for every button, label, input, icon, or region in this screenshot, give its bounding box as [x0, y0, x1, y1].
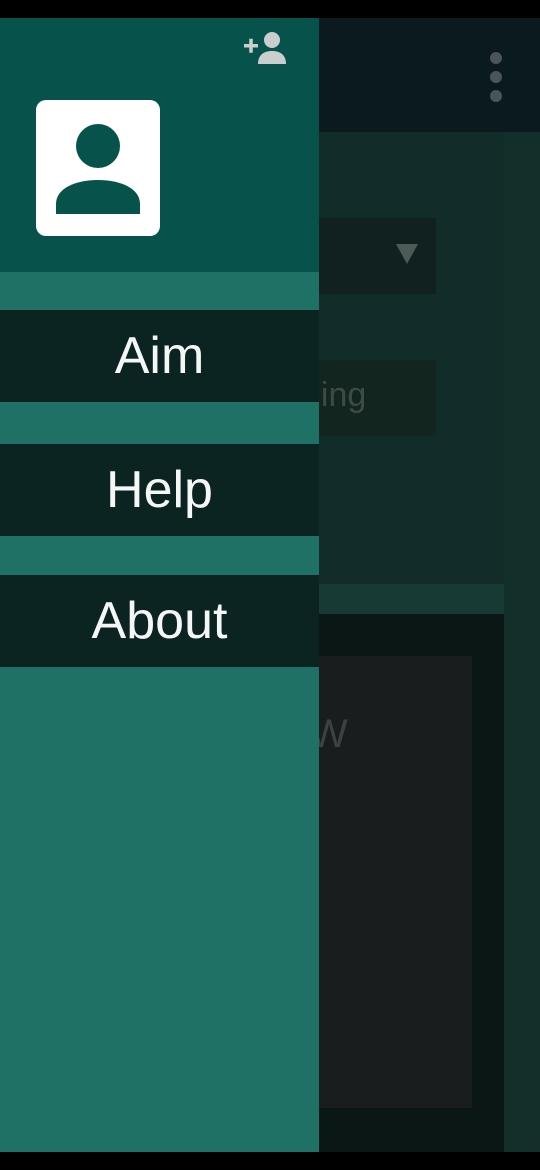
app-right-strip	[504, 132, 540, 1152]
status-bar	[0, 0, 540, 18]
navigation-drawer: Aim Help About	[0, 18, 319, 1152]
drawer-item-aim[interactable]: Aim	[0, 310, 319, 402]
drawer-item-help[interactable]: Help	[0, 444, 319, 536]
dropdown-caret-icon	[396, 244, 418, 264]
drawer-item-label: About	[91, 592, 228, 650]
drawer-header	[0, 18, 319, 272]
drawer-item-about[interactable]: About	[0, 575, 319, 667]
person-icon	[56, 124, 140, 214]
add-user-icon[interactable]	[242, 30, 288, 66]
navigation-bar	[0, 1152, 540, 1170]
drawer-item-label: Aim	[114, 327, 205, 385]
drawer-item-label: Help	[106, 461, 213, 519]
avatar[interactable]	[36, 100, 160, 236]
more-options-icon[interactable]	[490, 52, 502, 102]
